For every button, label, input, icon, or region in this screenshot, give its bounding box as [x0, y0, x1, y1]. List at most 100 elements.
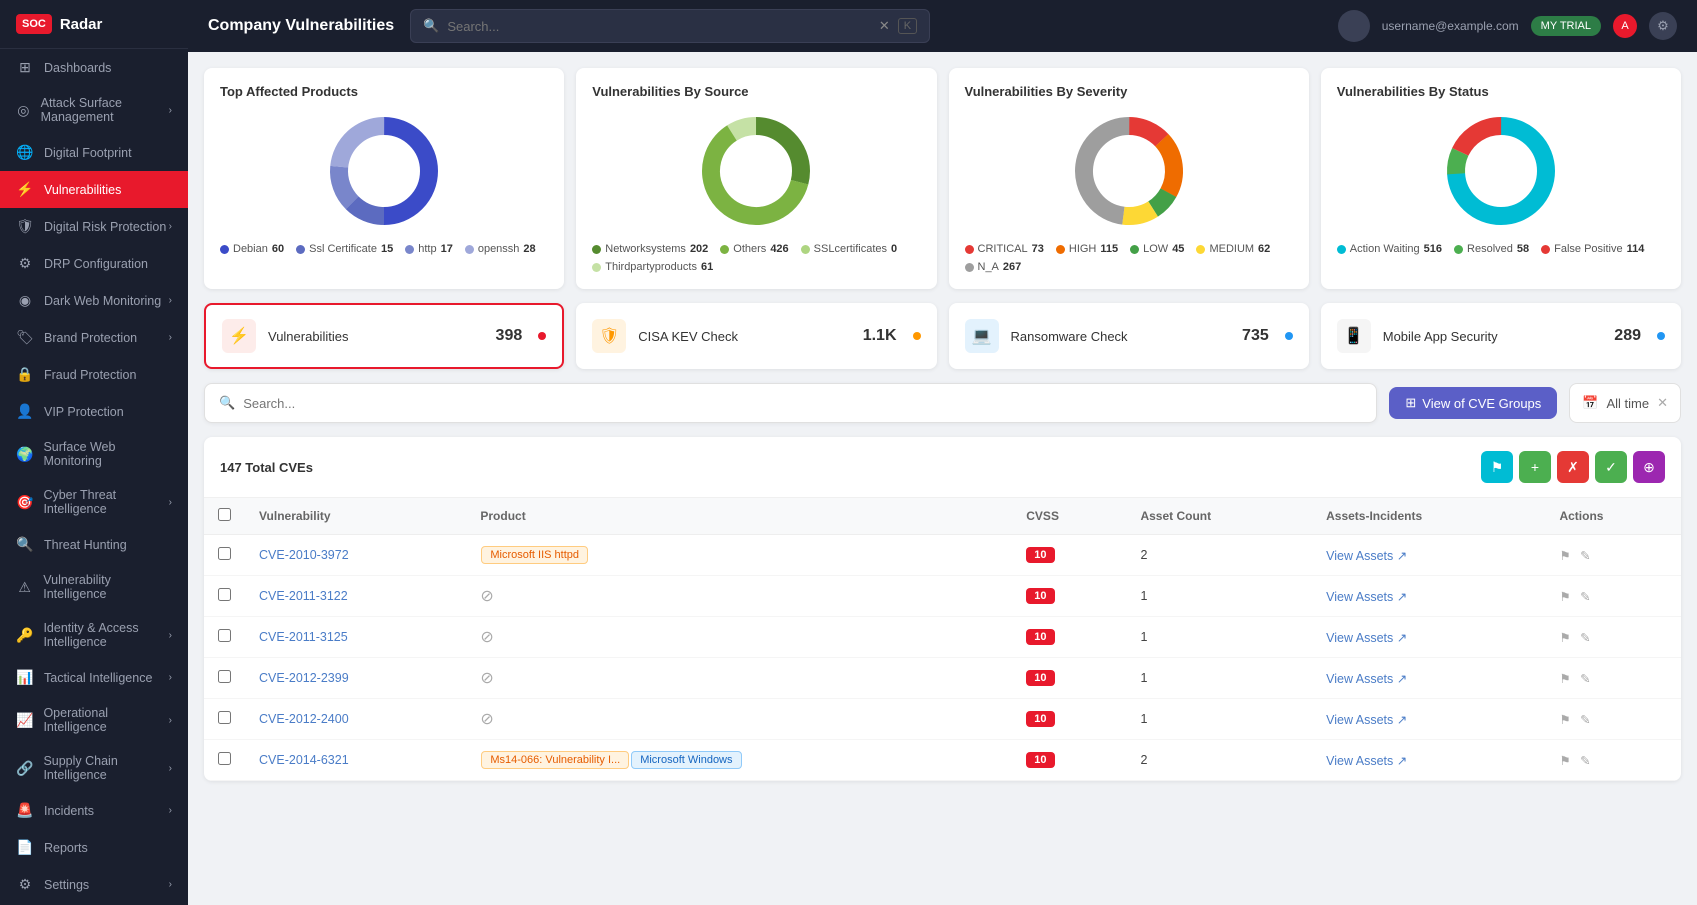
table-search[interactable]: 🔍 [204, 383, 1377, 423]
stat-card-vulnerabilities[interactable]: ⚡ Vulnerabilities 398 [204, 303, 564, 369]
stat-card-ransomware-check[interactable]: 💻 Ransomware Check 735 [949, 303, 1309, 369]
cve-link[interactable]: CVE-2012-2399 [259, 671, 349, 685]
sidebar-item-icon: 📄 [16, 839, 34, 856]
trial-button[interactable]: MY TRIAL [1531, 16, 1601, 36]
select-all-checkbox[interactable] [218, 508, 231, 521]
sidebar-item-cyber-threat-intelligence[interactable]: 🎯 Cyber Threat Intelligence › [0, 478, 188, 526]
edit-action[interactable]: ✎ [1580, 672, 1590, 686]
legend-value: 267 [1003, 261, 1021, 273]
view-cve-groups-button[interactable]: ⊞ View of CVE Groups [1389, 387, 1557, 419]
chart-donut [1337, 111, 1665, 231]
sidebar-item-left: ⊞ Dashboards [16, 59, 111, 76]
sidebar-item-icon: 🌐 [16, 144, 34, 161]
sidebar-item-vip-protection[interactable]: 👤 VIP Protection [0, 393, 188, 430]
date-filter[interactable]: 📅 All time ✕ [1569, 383, 1681, 423]
chevron-icon: › [169, 763, 172, 774]
sidebar-item-settings[interactable]: ⚙ Settings › [0, 866, 188, 903]
stat-label: Vulnerabilities [268, 329, 484, 344]
col-assets-incidents: Assets-Incidents [1312, 498, 1545, 535]
flag-action[interactable]: ⚑ [1559, 590, 1570, 604]
sidebar-item-identity-&-access-intelligence[interactable]: 🔑 Identity & Access Intelligence › [0, 611, 188, 659]
sidebar-item-digital-risk-protection[interactable]: 🛡 Digital Risk Protection › [0, 208, 188, 245]
sidebar-item-attack-surface-management[interactable]: ◎ Attack Surface Management › [0, 86, 188, 134]
edit-action[interactable]: ✎ [1580, 631, 1590, 645]
legend-value: 202 [690, 243, 708, 255]
sidebar-item-threat-hunting[interactable]: 🔍 Threat Hunting [0, 526, 188, 563]
sidebar-item-left: 📄 Reports [16, 839, 88, 856]
search-icon: 🔍 [423, 18, 439, 34]
sidebar-item-incidents[interactable]: 🚨 Incidents › [0, 792, 188, 829]
sidebar-item-icon: 🛡 [16, 218, 34, 235]
stat-label: CISA KEV Check [638, 329, 850, 344]
edit-action[interactable]: ✎ [1580, 754, 1590, 768]
sidebar-item-icon: ◉ [16, 292, 34, 309]
sidebar-item-left: 👤 VIP Protection [16, 403, 124, 420]
flag-action[interactable]: ⚑ [1559, 549, 1570, 563]
table-action-btn-0[interactable]: ⚑ [1481, 451, 1513, 483]
sidebar-item-dark-web-monitoring[interactable]: ◉ Dark Web Monitoring › [0, 282, 188, 319]
search-input[interactable] [447, 19, 871, 34]
legend-label: CRITICAL [978, 243, 1028, 255]
chevron-icon: › [169, 497, 172, 508]
stat-count: 735 [1242, 327, 1269, 345]
stat-indicator [913, 332, 921, 340]
sidebar-item-surface-web-monitoring[interactable]: 🌍 Surface Web Monitoring [0, 430, 188, 478]
sidebar-item-operational-intelligence[interactable]: 📈 Operational Intelligence › [0, 696, 188, 744]
table-row: CVE-2012-2399 ⊘ 10 1 View Assets ↗ ⚑ ✎ [204, 658, 1681, 699]
cve-link[interactable]: CVE-2010-3972 [259, 548, 349, 562]
charts-row: Top Affected Products Debian 60 Ssl Cert… [204, 68, 1681, 289]
table-action-btn-2[interactable]: ✗ [1557, 451, 1589, 483]
sidebar-item-digital-footprint[interactable]: 🌐 Digital Footprint [0, 134, 188, 171]
close-icon[interactable]: ✕ [879, 18, 890, 34]
table-action-btn-3[interactable]: ✓ [1595, 451, 1627, 483]
view-assets-link[interactable]: View Assets ↗ [1326, 630, 1531, 645]
cve-link[interactable]: CVE-2011-3125 [259, 630, 348, 644]
edit-action[interactable]: ✎ [1580, 549, 1590, 563]
flag-action[interactable]: ⚑ [1559, 754, 1570, 768]
legend-item: False Positive 114 [1541, 243, 1644, 255]
view-assets-link[interactable]: View Assets ↗ [1326, 589, 1531, 604]
edit-action[interactable]: ✎ [1580, 713, 1590, 727]
row-checkbox[interactable] [218, 588, 231, 601]
legend-dot [965, 245, 974, 254]
stat-card-cisa-kev-check[interactable]: 🛡 CISA KEV Check 1.1K [576, 303, 936, 369]
table-search-input[interactable] [243, 396, 1362, 411]
flag-action[interactable]: ⚑ [1559, 631, 1570, 645]
logo-text: Radar [60, 16, 103, 33]
row-checkbox[interactable] [218, 547, 231, 560]
sidebar-item-tactical-intelligence[interactable]: 📊 Tactical Intelligence › [0, 659, 188, 696]
close-date-icon[interactable]: ✕ [1657, 395, 1668, 411]
row-checkbox[interactable] [218, 711, 231, 724]
sidebar-item-vulnerabilities[interactable]: ⚡ Vulnerabilities [0, 171, 188, 208]
view-assets-link[interactable]: View Assets ↗ [1326, 671, 1531, 686]
cve-link[interactable]: CVE-2011-3122 [259, 589, 348, 603]
row-checkbox[interactable] [218, 670, 231, 683]
legend-dot [592, 263, 601, 272]
table-action-btn-1[interactable]: + [1519, 451, 1551, 483]
cve-link[interactable]: CVE-2012-2400 [259, 712, 349, 726]
table-action-btn-4[interactable]: ⊕ [1633, 451, 1665, 483]
sidebar-item-supply-chain-intelligence[interactable]: 🔗 Supply Chain Intelligence › [0, 744, 188, 792]
sidebar-item-drp-configuration[interactable]: ⚙ DRP Configuration [0, 245, 188, 282]
sidebar-item-label: Tactical Intelligence [44, 671, 152, 685]
stat-card-mobile-app-security[interactable]: 📱 Mobile App Security 289 [1321, 303, 1681, 369]
notification-badge[interactable]: A [1613, 14, 1637, 38]
legend-value: 45 [1172, 243, 1184, 255]
row-checkbox[interactable] [218, 629, 231, 642]
settings-icon[interactable]: ⚙ [1649, 12, 1677, 40]
flag-action[interactable]: ⚑ [1559, 713, 1570, 727]
cve-link[interactable]: CVE-2014-6321 [259, 753, 349, 767]
table-row: CVE-2014-6321 Ms14-066: Vulnerability I.… [204, 740, 1681, 781]
view-assets-link[interactable]: View Assets ↗ [1326, 712, 1531, 727]
header-search[interactable]: 🔍 ✕ K [410, 9, 930, 43]
flag-action[interactable]: ⚑ [1559, 672, 1570, 686]
sidebar-item-dashboards[interactable]: ⊞ Dashboards [0, 49, 188, 86]
row-checkbox[interactable] [218, 752, 231, 765]
view-assets-link[interactable]: View Assets ↗ [1326, 753, 1531, 768]
sidebar-item-vulnerability-intelligence[interactable]: ⚠ Vulnerability Intelligence [0, 563, 188, 611]
sidebar-item-reports[interactable]: 📄 Reports [0, 829, 188, 866]
view-assets-link[interactable]: View Assets ↗ [1326, 548, 1531, 563]
sidebar-item-brand-protection[interactable]: 🏷 Brand Protection › [0, 319, 188, 356]
edit-action[interactable]: ✎ [1580, 590, 1590, 604]
sidebar-item-fraud-protection[interactable]: 🔒 Fraud Protection [0, 356, 188, 393]
